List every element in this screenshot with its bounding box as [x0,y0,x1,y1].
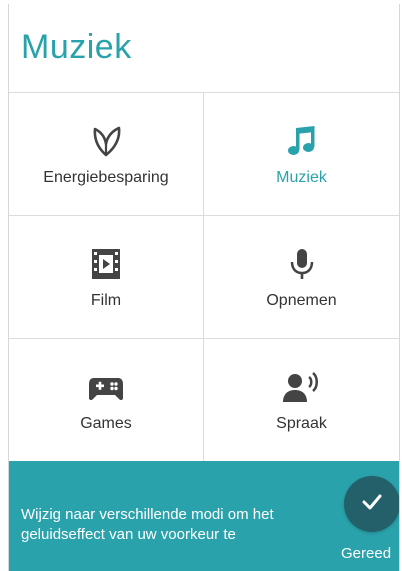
done-button[interactable] [344,476,399,532]
mode-label: Energiebesparing [43,169,169,186]
gamepad-icon [86,367,126,407]
mode-energiebesparing[interactable]: Energiebesparing [9,93,204,216]
mode-label: Muziek [276,169,327,186]
mode-opnemen[interactable]: Opnemen [204,216,399,339]
sound-mode-panel: Muziek Energiebesparing Muziek Film Opne… [8,4,400,571]
checkmark-icon [361,491,383,518]
hint-text: Wijzig naar verschillende modi om het ge… [21,506,274,543]
hint-footer: Wijzig naar verschillende modi om het ge… [9,461,399,571]
mode-grid: Energiebesparing Muziek Film Opnemen Gam… [9,92,399,465]
mode-film[interactable]: Film [9,216,204,339]
mode-games[interactable]: Games [9,339,204,462]
page-title: Muziek [21,28,132,66]
mode-spraak[interactable]: Spraak [204,339,399,462]
done-label[interactable]: Gereed [341,545,391,562]
speaking-person-icon [282,367,322,407]
mode-label: Spraak [276,415,327,432]
mode-label: Games [80,415,132,432]
mode-label: Film [90,292,122,309]
film-icon [86,244,126,284]
music-note-icon [282,121,322,161]
leaf-icon [86,121,126,161]
mode-label: Opnemen [266,292,337,309]
mode-muziek[interactable]: Muziek [204,93,399,216]
microphone-icon [282,244,322,284]
